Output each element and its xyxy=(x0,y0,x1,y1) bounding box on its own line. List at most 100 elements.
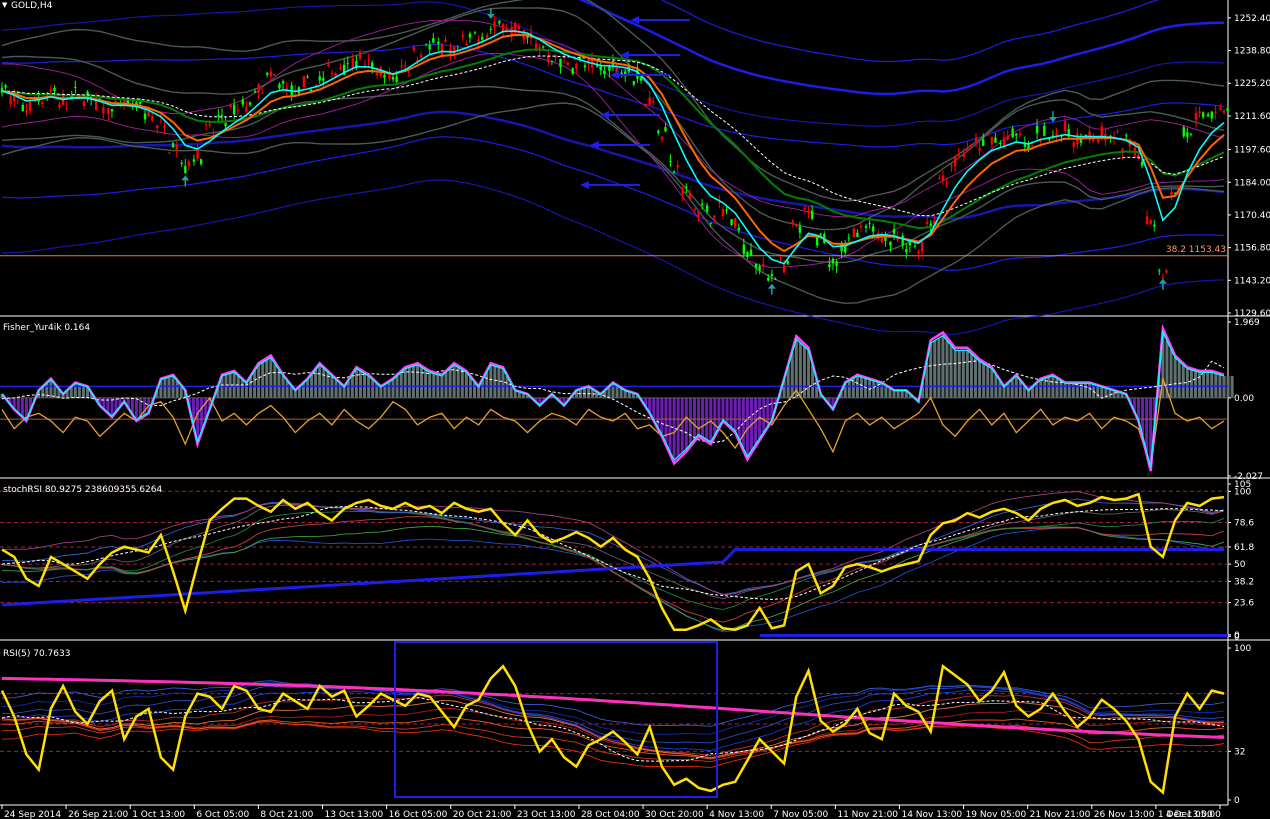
candle-body xyxy=(583,65,587,68)
candle-body xyxy=(742,244,746,255)
price-axis-label: 1143.20 xyxy=(1234,276,1270,286)
fisher-histogram-bar xyxy=(411,366,415,398)
fisher-histogram-bar xyxy=(1047,377,1051,398)
price-axis-label: 1238.80 xyxy=(1234,47,1270,57)
candle-body xyxy=(245,107,248,112)
candle-body xyxy=(302,76,306,88)
candle-body xyxy=(889,241,892,246)
candle-body xyxy=(974,137,978,142)
candle-body xyxy=(905,249,908,253)
candle-body xyxy=(987,133,990,136)
candle-body xyxy=(1116,130,1119,132)
candle-body xyxy=(1210,111,1213,119)
candle-body xyxy=(376,73,379,76)
fisher-histogram-bar xyxy=(387,382,391,398)
fisher-histogram-bar xyxy=(859,377,863,398)
candle-body xyxy=(278,84,281,89)
candle-body xyxy=(432,38,435,43)
time-axis-label: 21 Nov 21:00 xyxy=(1030,810,1091,819)
candle-body xyxy=(542,46,545,48)
fisher-histogram-bar xyxy=(1185,368,1189,398)
price-axis-label: 1170.40 xyxy=(1234,211,1270,221)
candle-body xyxy=(253,91,257,93)
candle-body xyxy=(1097,139,1100,143)
candle-body xyxy=(571,68,574,74)
candle-body xyxy=(774,278,777,280)
fisher-histogram-bar xyxy=(1210,372,1214,398)
fisher-histogram-bar xyxy=(1177,361,1181,398)
candle-body xyxy=(428,44,431,50)
fisher-histogram-bar xyxy=(949,345,953,398)
candle-body xyxy=(660,137,664,140)
candle-body xyxy=(1186,132,1189,137)
fisher-histogram-bar xyxy=(969,353,973,398)
time-axis-label: 6 Oct 05:00 xyxy=(196,810,249,819)
fisher-histogram-bar xyxy=(729,397,733,428)
price-axis-label: 1252.40 xyxy=(1234,14,1270,24)
price-axis-label: 1211.60 xyxy=(1234,112,1270,122)
fisher-histogram-bar xyxy=(709,397,713,442)
fisher-histogram-bar xyxy=(684,397,688,450)
candle-body xyxy=(1100,126,1103,137)
fisher-histogram-bar xyxy=(391,379,395,398)
candle-body xyxy=(1170,191,1173,195)
fisher-histogram-bar xyxy=(880,383,884,398)
fisher-histogram-bar xyxy=(717,397,721,428)
fisher-histogram-bar xyxy=(660,397,664,435)
candle-body xyxy=(465,44,468,46)
fisher-histogram-bar xyxy=(1173,357,1177,398)
candle-body xyxy=(400,65,403,67)
candle-body xyxy=(212,132,215,134)
fisher-histogram-bar xyxy=(277,369,281,398)
candle-body xyxy=(1201,112,1205,117)
candle-body xyxy=(41,102,44,104)
fisher-histogram-bar xyxy=(20,397,24,417)
candle-body xyxy=(147,111,150,117)
fisher-histogram-bar xyxy=(1039,379,1043,398)
candle-body xyxy=(1011,128,1014,137)
candle-body xyxy=(807,210,810,214)
candle-body xyxy=(721,209,725,216)
time-axis-label: 26 Sep 21:00 xyxy=(68,810,128,819)
fisher-histogram-bar xyxy=(900,390,904,398)
candle-body xyxy=(110,108,114,112)
fisher-histogram-bar xyxy=(73,383,77,398)
fisher-histogram-bar xyxy=(301,383,305,398)
fisher-histogram-bar xyxy=(953,350,957,398)
candle-body xyxy=(175,144,178,150)
fisher-histogram-bar xyxy=(110,397,114,417)
price-axis-label: 1197.60 xyxy=(1234,146,1270,156)
candle-body xyxy=(803,207,807,210)
candle-body xyxy=(53,87,56,92)
fisher-histogram-bar xyxy=(961,350,965,398)
candle-body xyxy=(648,97,651,105)
fisher-histogram-bar xyxy=(1084,383,1088,398)
fisher-histogram-bar xyxy=(933,340,937,398)
candle-body xyxy=(229,104,232,107)
fisher-histogram-bar xyxy=(1108,389,1112,398)
fisher-histogram-bar xyxy=(318,364,322,398)
candle-body xyxy=(171,143,175,148)
price-axis-label: 1225.20 xyxy=(1234,79,1270,89)
candle-body xyxy=(363,64,367,66)
candle-body xyxy=(248,102,252,105)
candle-body xyxy=(737,227,740,231)
candle-body xyxy=(468,33,472,38)
candle-body xyxy=(489,29,492,31)
candle-body xyxy=(1006,136,1009,140)
fisher-histogram-bar xyxy=(253,371,257,398)
candle-body xyxy=(828,264,831,268)
candle-body xyxy=(603,70,606,75)
fisher-histogram-bar xyxy=(415,364,419,398)
time-axis-label: 14 Nov 13:00 xyxy=(901,810,962,819)
candle-body xyxy=(652,101,655,103)
candle-body xyxy=(791,220,794,224)
stochrsi-axis-label: 100 xyxy=(1234,487,1251,497)
candle-body xyxy=(639,77,643,81)
fisher-histogram-bar xyxy=(448,368,452,398)
candle-body xyxy=(815,236,819,246)
fisher-histogram-bar xyxy=(444,372,448,398)
candle-body xyxy=(798,226,802,233)
fisher-histogram-bar xyxy=(354,368,358,398)
candle-body xyxy=(1149,219,1152,225)
